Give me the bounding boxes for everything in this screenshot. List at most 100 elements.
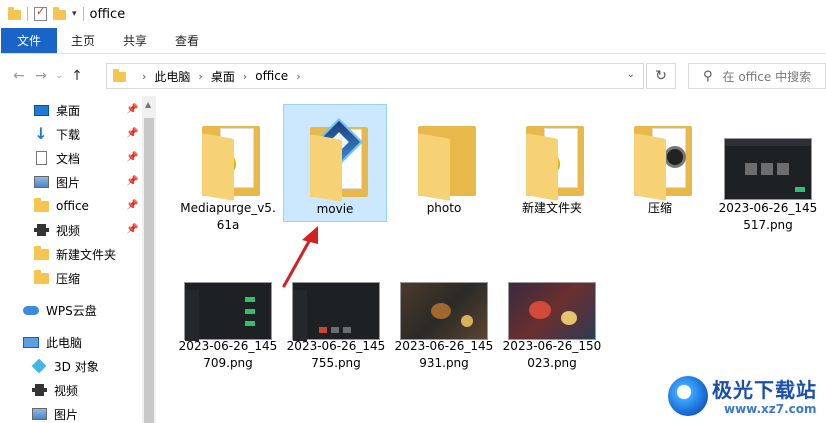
sidebar-scrollbar[interactable]: ▲: [142, 96, 156, 423]
pin-icon[interactable]: 📌: [126, 128, 138, 139]
forward-arrow-icon[interactable]: →: [30, 68, 52, 84]
pin-icon[interactable]: 📌: [126, 104, 138, 115]
refresh-icon: ↻: [655, 68, 667, 84]
breadcrumb-this-pc[interactable]: 此电脑: [154, 68, 190, 85]
sidebar-item-downloads[interactable]: ↓ 下载 📌: [0, 122, 142, 146]
computer-icon: [23, 336, 39, 348]
image-thumbnail: [724, 138, 812, 200]
navigation-bar: ← → ⌄ ↑ › 此电脑 › 桌面 › office › ⌄ ↻ ⚲ 在 of…: [0, 56, 826, 96]
sidebar-item-label: 图片: [56, 175, 81, 190]
sidebar-item-label: WPS云盘: [46, 303, 97, 318]
toolbar-divider: [82, 7, 84, 21]
tab-view[interactable]: 查看: [161, 28, 213, 53]
watermark-text: 极光下载站: [712, 378, 817, 402]
file-item-photo[interactable]: photo: [392, 104, 496, 217]
quick-access-toolbar: ▾: [8, 5, 84, 21]
sidebar-item-wps-cloud[interactable]: WPS云盘: [0, 298, 142, 322]
video-icon: [31, 384, 47, 396]
address-bar[interactable]: › 此电脑 › 桌面 › office › ⌄: [106, 63, 644, 89]
sidebar-item-label: 3D 对象: [54, 359, 99, 374]
sidebar-item-label: 新建文件夹: [56, 247, 117, 262]
sidebar-item-pictures-pc[interactable]: 图片: [0, 402, 142, 423]
breadcrumb-office[interactable]: office: [255, 69, 288, 83]
sidebar-item-label: 视频: [56, 223, 81, 238]
download-icon: ↓: [34, 124, 48, 143]
folder-icon: [33, 269, 49, 284]
pin-icon[interactable]: 📌: [126, 224, 138, 235]
file-item-png-150023[interactable]: 2023-06-26_150023.png: [500, 266, 604, 372]
sidebar-item-label: 图片: [54, 407, 79, 422]
pin-icon[interactable]: 📌: [126, 152, 138, 163]
sidebar-item-3d-objects[interactable]: 3D 对象: [0, 354, 142, 378]
sidebar-item-documents[interactable]: 文档 📌: [0, 146, 142, 170]
sidebar-item-label: office: [56, 199, 89, 213]
file-item-png-145931[interactable]: 2023-06-26_145931.png: [392, 266, 496, 372]
cloud-icon: [23, 305, 39, 315]
sidebar-item-desktop[interactable]: 桌面 📌: [0, 98, 142, 122]
title-bar: ▾ office: [0, 0, 826, 28]
picture-icon: [33, 176, 49, 188]
file-name: movie: [316, 202, 354, 216]
sidebar-item-this-pc[interactable]: 此电脑: [0, 330, 142, 354]
file-name: 2023-06-26_145755.png: [286, 339, 386, 370]
file-name: 新建文件夹: [521, 201, 582, 215]
file-name: 2023-06-26_150023.png: [502, 339, 602, 370]
file-item-movie[interactable]: movie: [283, 104, 387, 222]
watermark-url: www.xz7.com: [724, 402, 817, 416]
properties-icon[interactable]: [34, 5, 47, 21]
up-arrow-icon[interactable]: ↑: [66, 68, 88, 84]
toolbar-divider: [27, 7, 28, 21]
file-item-mediapurge[interactable]: Mediapurge_v5.61a: [176, 104, 280, 234]
sidebar-item-label: 视频: [54, 383, 79, 398]
back-arrow-icon[interactable]: ←: [8, 68, 30, 84]
address-history-dropdown-icon[interactable]: ⌄: [627, 69, 635, 80]
image-thumbnail: [508, 282, 596, 340]
gamepad-icon: [664, 146, 686, 168]
new-folder-icon[interactable]: [53, 7, 66, 20]
tab-share[interactable]: 共享: [109, 28, 161, 53]
file-name: 2023-06-26_145931.png: [394, 339, 494, 370]
sidebar-item-pictures[interactable]: 图片 📌: [0, 170, 142, 194]
chevron-right-icon[interactable]: ›: [198, 70, 202, 83]
chevron-right-icon[interactable]: ›: [243, 70, 247, 83]
chevron-right-icon[interactable]: ›: [296, 70, 300, 83]
recent-locations-dropdown-icon[interactable]: ⌄: [52, 71, 66, 81]
sidebar-item-videos-pc[interactable]: 视频: [0, 378, 142, 402]
file-item-new-folder[interactable]: 新建文件夹: [500, 104, 604, 217]
folder-icon: [33, 245, 49, 260]
search-placeholder: 在 office 中搜索: [722, 69, 812, 84]
file-item-png-145517[interactable]: 2023-06-26_145517.png: [716, 104, 820, 234]
annotation-arrow: [282, 226, 318, 288]
3d-objects-icon: [31, 358, 47, 374]
pin-icon[interactable]: 📌: [126, 200, 138, 211]
tab-file[interactable]: 文件: [1, 28, 58, 53]
folder-icon: [33, 197, 49, 212]
pin-icon[interactable]: 📌: [126, 176, 138, 187]
breadcrumb-desktop[interactable]: 桌面: [211, 68, 235, 85]
file-name: photo: [426, 201, 462, 215]
file-name: 2023-06-26_145517.png: [718, 201, 818, 232]
scrollbar-thumb[interactable]: [144, 118, 154, 423]
document-icon: [35, 151, 47, 165]
customize-toolbar-dropdown-icon[interactable]: ▾: [72, 9, 77, 19]
picture-icon: [31, 408, 47, 420]
search-box[interactable]: ⚲ 在 office 中搜索: [688, 63, 826, 89]
site-logo: [668, 376, 708, 416]
file-item-compress[interactable]: 压缩: [608, 104, 712, 217]
folder-icon: [8, 7, 21, 20]
sidebar-item-label: 压缩: [56, 271, 81, 286]
file-item-png-145709[interactable]: 2023-06-26_145709.png: [176, 266, 280, 372]
sidebar-item-videos[interactable]: 视频 📌: [0, 218, 142, 242]
sidebar-item-new-folder[interactable]: 新建文件夹: [0, 242, 142, 266]
search-icon: ⚲: [703, 68, 713, 84]
chevron-right-icon[interactable]: ›: [142, 70, 146, 83]
tab-home[interactable]: 主页: [57, 28, 109, 53]
video-icon: [33, 224, 49, 236]
file-name: Mediapurge_v5.61a: [180, 201, 276, 232]
scroll-up-icon[interactable]: ▲: [145, 100, 151, 109]
sidebar-item-label: 桌面: [56, 103, 81, 118]
sidebar-item-office[interactable]: office 📌: [0, 194, 142, 218]
refresh-button[interactable]: ↻: [646, 63, 676, 89]
folder-icon: [113, 69, 126, 82]
sidebar-item-compress[interactable]: 压缩: [0, 266, 142, 290]
